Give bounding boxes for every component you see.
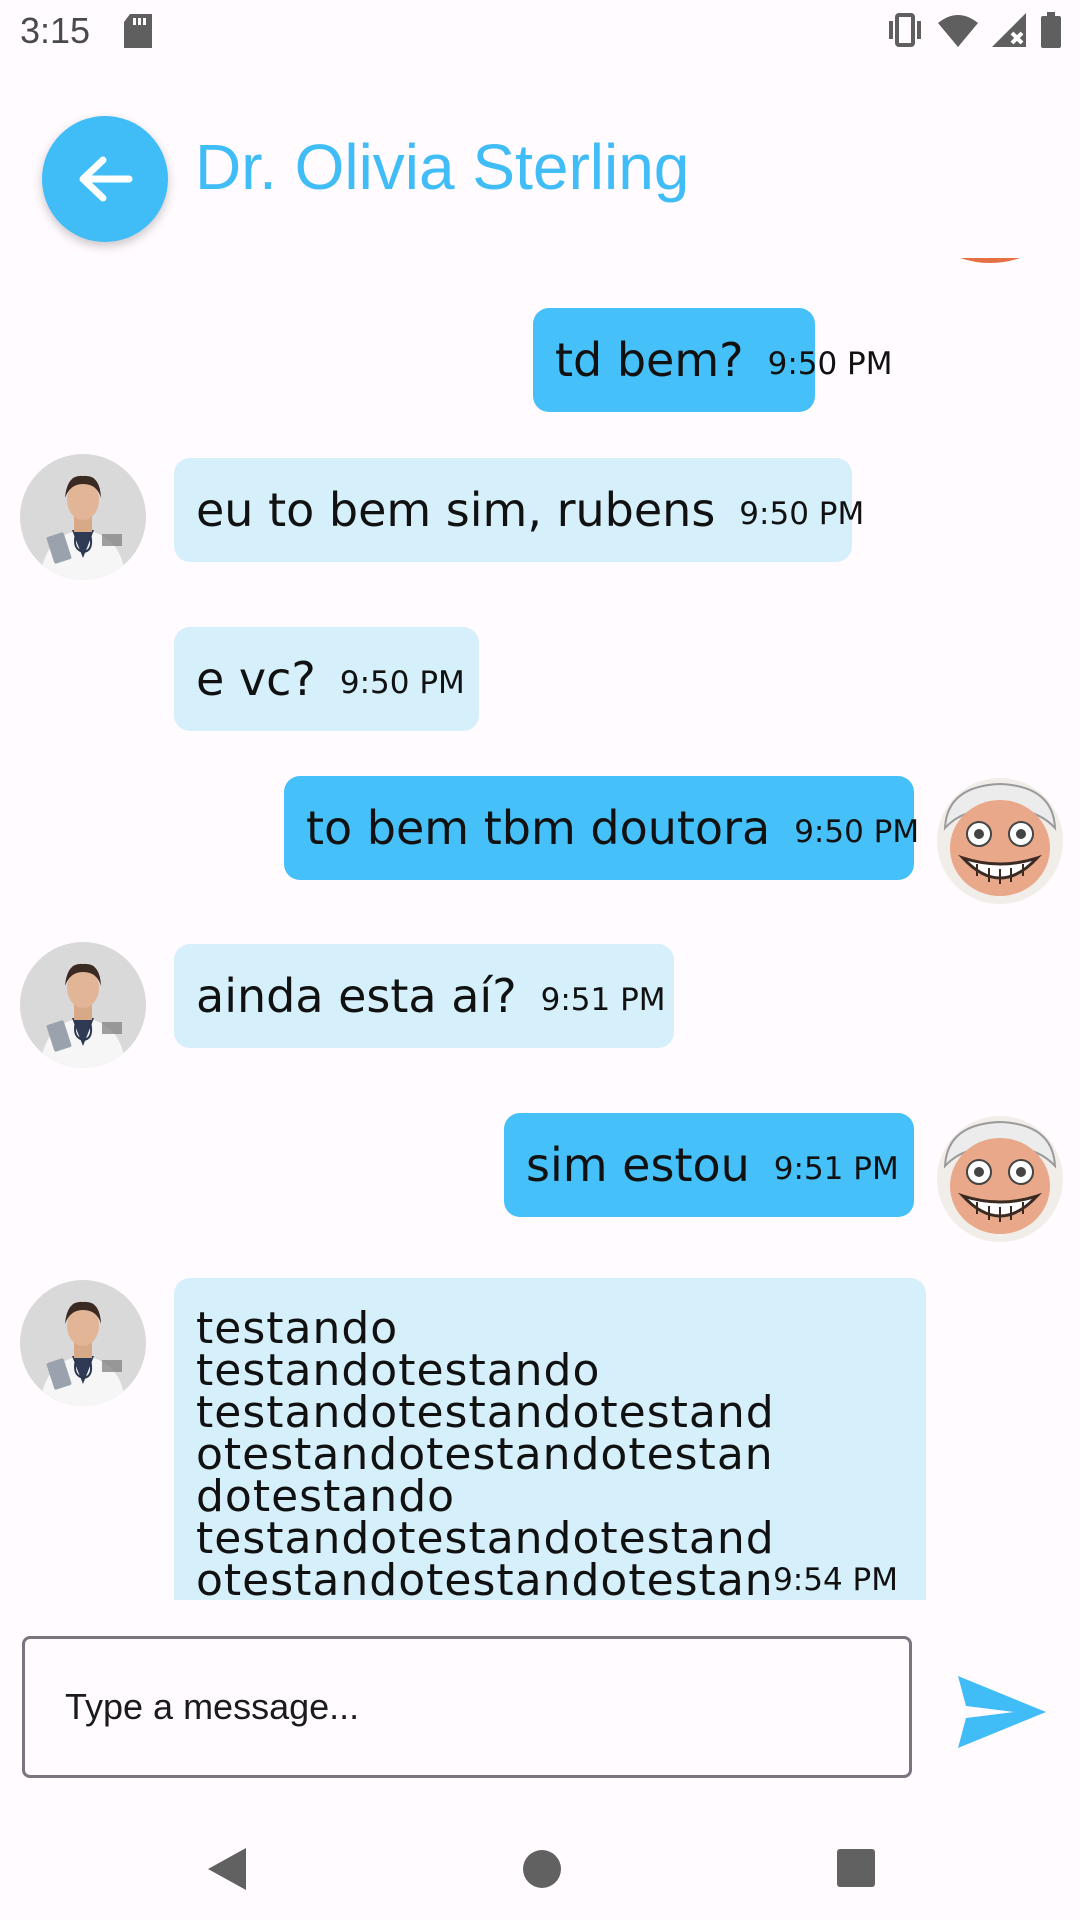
message-text: sim estou	[526, 1138, 750, 1192]
message-time: 9:54 PM	[773, 1562, 898, 1598]
message-list[interactable]: td bem? 9:50 PM eu to bem sim, rubens 9:…	[0, 258, 1080, 1600]
sent-message[interactable]: td bem? 9:50 PM	[533, 308, 893, 412]
nav-back-icon[interactable]	[206, 1846, 248, 1896]
message-text: testando testandotestando testandotestan…	[196, 1303, 775, 1601]
nav-home-icon[interactable]	[522, 1849, 562, 1893]
message-text: to bem tbm doutora	[306, 801, 771, 855]
message-text: ainda esta aí?	[196, 969, 517, 1023]
back-button[interactable]	[42, 116, 168, 242]
battery-icon	[1040, 12, 1062, 52]
doctor-avatar[interactable]	[20, 454, 146, 580]
user-avatar-partial	[960, 258, 1020, 263]
user-avatar[interactable]	[937, 1116, 1063, 1242]
user-avatar[interactable]	[937, 778, 1063, 904]
message-time: 9:51 PM	[773, 1151, 899, 1187]
send-button[interactable]	[954, 1672, 1050, 1752]
received-message[interactable]: e vc? 9:50 PM	[174, 627, 479, 731]
doctor-avatar[interactable]	[20, 1280, 146, 1406]
message-time: 9:50 PM	[739, 496, 865, 532]
wifi-icon	[938, 13, 978, 51]
status-bar: 3:15	[0, 0, 1080, 64]
sd-card-icon	[124, 14, 152, 52]
signal-no-data-icon	[992, 13, 1026, 51]
doctor-avatar[interactable]	[20, 942, 146, 1068]
received-message[interactable]: eu to bem sim, rubens 9:50 PM	[174, 458, 864, 562]
message-time: 9:50 PM	[767, 346, 893, 382]
message-time: 9:50 PM	[794, 814, 920, 850]
navigation-bar	[0, 1802, 1080, 1920]
page-title: Dr. Olivia Sterling	[195, 131, 690, 203]
vibrate-icon	[886, 13, 924, 51]
nav-recents-icon[interactable]	[836, 1848, 876, 1892]
message-text: td bem?	[555, 333, 744, 387]
status-time: 3:15	[20, 10, 91, 51]
message-time: 9:50 PM	[339, 665, 465, 701]
sent-message[interactable]: sim estou 9:51 PM	[504, 1113, 914, 1217]
message-time: 9:51 PM	[540, 982, 666, 1018]
message-text: e vc?	[196, 652, 316, 706]
sent-message[interactable]: to bem tbm doutora 9:50 PM	[284, 776, 919, 880]
message-input[interactable]	[22, 1636, 912, 1778]
arrow-left-icon	[79, 156, 133, 202]
message-text: eu to bem sim, rubens	[196, 483, 716, 537]
received-message[interactable]: ainda esta aí? 9:51 PM	[174, 944, 674, 1048]
send-icon	[958, 1676, 1046, 1748]
received-message[interactable]: testando testandotestando testandotestan…	[174, 1278, 926, 1600]
